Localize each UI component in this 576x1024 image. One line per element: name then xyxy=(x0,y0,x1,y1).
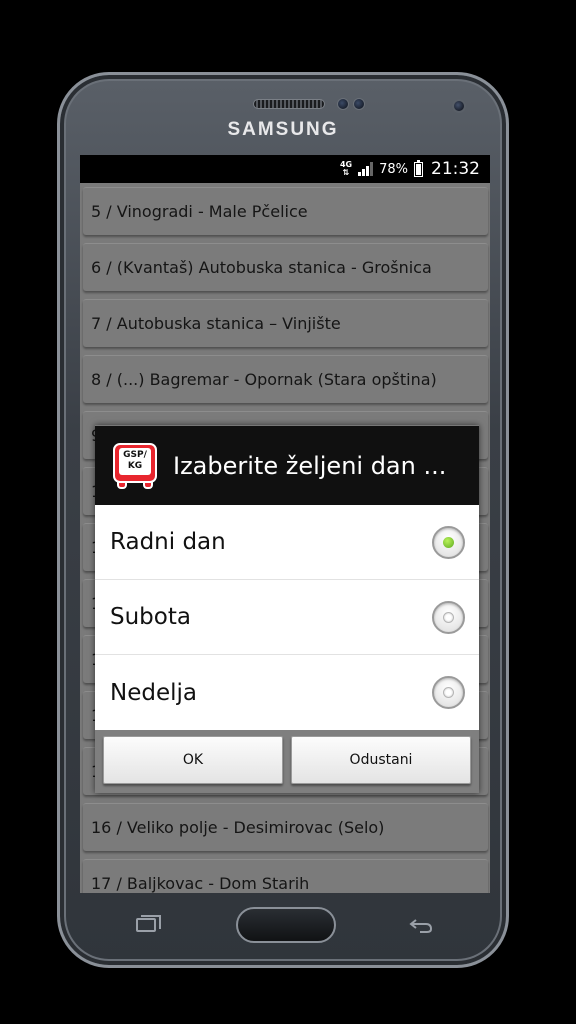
recent-apps-icon[interactable] xyxy=(136,915,161,932)
data-arrows-icon: ⇅ xyxy=(342,168,350,177)
dialog-title: Izaberite željeni dan ... xyxy=(173,451,447,480)
option-label: Subota xyxy=(110,604,191,630)
bus-icon: GSP/ KG xyxy=(111,441,159,491)
earpiece-speaker xyxy=(253,99,325,109)
option-label: Radni dan xyxy=(110,529,226,555)
signal-icon xyxy=(358,162,374,176)
proximity-sensor xyxy=(337,98,349,110)
clock: 21:32 xyxy=(431,159,480,179)
day-picker-dialog: GSP/ KG Izaberite željeni dan ... Radni … xyxy=(95,425,479,793)
radio-button[interactable] xyxy=(432,525,465,559)
radio-dot xyxy=(443,687,454,698)
bus-wheel-right xyxy=(143,480,153,489)
bus-wheel-left xyxy=(117,480,127,489)
radio-button[interactable] xyxy=(432,600,465,634)
dialog-header: GSP/ KG Izaberite željeni dan ... xyxy=(95,425,479,505)
route-item[interactable]: 5 / Vinogradi - Male Pčelice xyxy=(83,187,488,235)
option-label: Nedelja xyxy=(110,679,197,706)
option-radni-dan[interactable]: Radni dan xyxy=(95,505,479,580)
status-bar: 4G ⇅ 78% 21:32 xyxy=(80,155,490,183)
brand-logo: SAMSUNG xyxy=(227,119,339,140)
radio-dot xyxy=(443,611,454,623)
route-item[interactable]: 8 / (...) Bagremar - Opornak (Stara opšt… xyxy=(83,355,488,403)
light-sensor xyxy=(353,98,365,110)
option-nedelja[interactable]: Nedelja xyxy=(95,655,479,730)
screen: 4G ⇅ 78% 21:32 5 / Vinogradi - Male Pčel… xyxy=(80,155,490,893)
ok-button[interactable]: OK xyxy=(103,736,283,784)
battery-fill xyxy=(416,164,421,175)
radio-dot xyxy=(443,536,454,548)
bus-icon-label: GSP/ KG xyxy=(119,447,151,475)
battery-percent: 78% xyxy=(379,161,408,177)
route-item[interactable]: 7 / Autobuska stanica – Vinjište xyxy=(83,299,488,347)
phone-frame: SAMSUNG 4G ⇅ 78% 21:32 5 / Vinogradi - M… xyxy=(57,72,509,968)
cancel-button[interactable]: Odustani xyxy=(291,736,471,784)
battery-icon xyxy=(414,159,423,177)
back-icon[interactable] xyxy=(408,918,434,934)
dialog-button-bar: OK Odustani xyxy=(95,730,479,793)
radio-button[interactable] xyxy=(432,676,465,709)
front-camera xyxy=(452,99,466,113)
option-subota[interactable]: Subota xyxy=(95,580,479,655)
route-item[interactable]: 16 / Veliko polje - Desimirovac (Selo) xyxy=(83,803,488,851)
network-indicator: 4G ⇅ xyxy=(340,161,352,177)
route-item[interactable]: 6 / (Kvantaš) Autobuska stanica - Grošni… xyxy=(83,243,488,291)
route-item[interactable]: 17 / Baljkovac - Dom Starih xyxy=(83,859,488,893)
home-button[interactable] xyxy=(236,907,336,943)
